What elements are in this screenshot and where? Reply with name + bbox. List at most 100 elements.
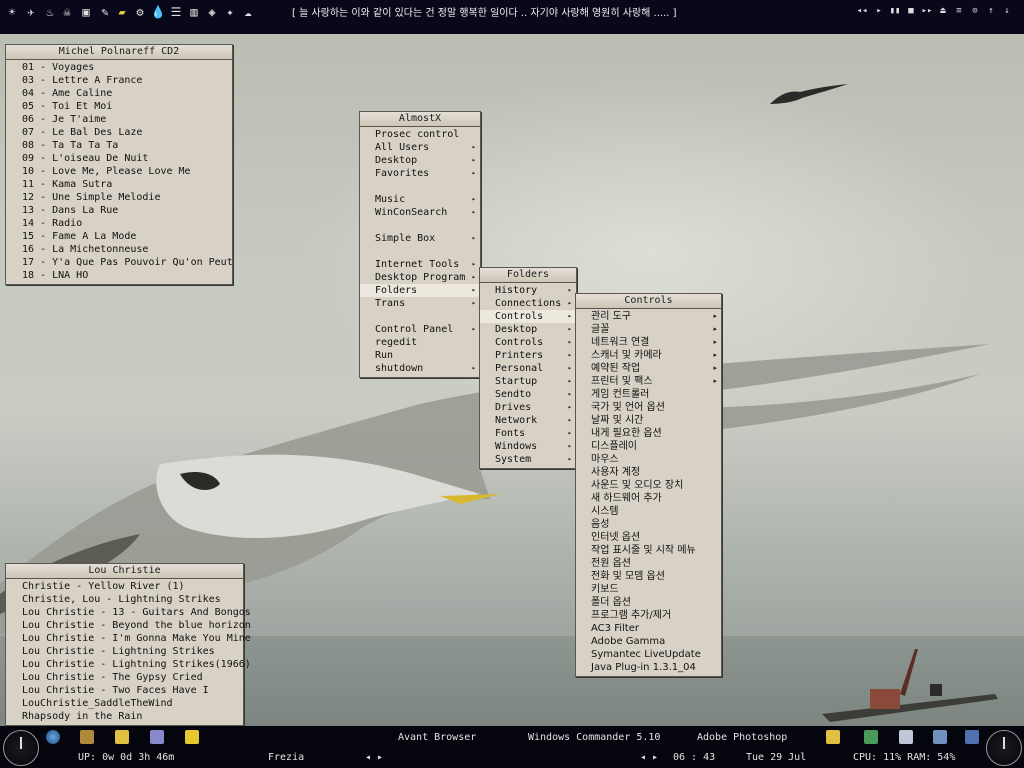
sun-icon[interactable]: ☀ <box>4 4 20 20</box>
menu-item[interactable]: Startup ▸ <box>480 375 576 388</box>
bird-icon[interactable]: ✈ <box>23 4 39 20</box>
playlist-item[interactable]: 14 - Radio <box>6 217 232 230</box>
menu-item[interactable]: Trans ▸ <box>360 297 480 310</box>
playlist-item[interactable]: 13 - Dans La Rue <box>6 204 232 217</box>
playlist-item[interactable]: 01 - Voyages <box>6 61 232 74</box>
menu-item[interactable]: 인터넷 옵션 <box>576 531 721 544</box>
menu-item[interactable]: Control Panel ▸ <box>360 323 480 336</box>
playlist-item[interactable]: 18 - LNA HO <box>6 269 232 282</box>
playlist-item[interactable]: 04 - Ame Caline <box>6 87 232 100</box>
pause-icon[interactable]: ▮▮ <box>888 4 902 18</box>
cloud-icon[interactable]: ☁ <box>240 4 256 20</box>
playlist-item[interactable]: 11 - Kama Sutra <box>6 178 232 191</box>
pen-icon[interactable]: ✎ <box>97 4 113 20</box>
menu-item[interactable]: Connections ▸ <box>480 297 576 310</box>
menu-item[interactable]: AC3 Filter <box>576 622 721 635</box>
menu-item[interactable]: Folders ▸ <box>360 284 480 297</box>
playlist-item[interactable]: Lou Christie - Lightning Strikes(1966) <box>6 658 251 671</box>
menu-item[interactable]: 시스템 <box>576 505 721 518</box>
playlist-item[interactable]: 12 - Une Simple Melodie <box>6 191 232 204</box>
program-icon[interactable] <box>80 730 94 744</box>
menu-item[interactable]: WinConSearch ▸ <box>360 206 480 219</box>
menu-item[interactable]: System ▸ <box>480 453 576 466</box>
menu-item[interactable]: Fonts ▸ <box>480 427 576 440</box>
playlist-item[interactable]: Christie - Yellow River (1) <box>6 580 243 593</box>
menu-item[interactable]: Adobe Gamma <box>576 635 721 648</box>
monitor-icon[interactable]: ▣ <box>78 4 94 20</box>
menu-item[interactable]: 키보드 <box>576 583 721 596</box>
menu-item[interactable]: Controls ▸ <box>480 310 576 323</box>
playlist-item[interactable]: 10 - Love Me, Please Love Me <box>6 165 232 178</box>
next-icon[interactable]: ▸▸ <box>920 4 934 18</box>
menu-item[interactable]: Simple Box ▸ <box>360 232 480 245</box>
menu-item[interactable]: 새 하드웨어 추가 <box>576 492 721 505</box>
menu-item[interactable]: Printers ▸ <box>480 349 576 362</box>
menu-item[interactable]: Internet Tools ▸ <box>360 258 480 271</box>
playlist-item[interactable]: Lou Christie - I'm Gonna Make You Mine <box>6 632 251 645</box>
playlist-item[interactable]: 16 - La Michetonneuse <box>6 243 232 256</box>
playlist-item[interactable]: 15 - Fame A La Mode <box>6 230 232 243</box>
note-icon[interactable]: ▰ <box>114 4 130 20</box>
task-adobe-photoshop[interactable]: Adobe Photoshop <box>697 732 787 743</box>
menu-item[interactable]: 내게 필요한 옵션 <box>576 427 721 440</box>
tray-disk-icon[interactable] <box>965 730 979 744</box>
menu-item[interactable]: Drives ▸ <box>480 401 576 414</box>
playlist-item[interactable]: 06 - Je T'aime <box>6 113 232 126</box>
menu-item[interactable]: History ▸ <box>480 284 576 297</box>
tray-monitor-icon[interactable] <box>899 730 913 744</box>
playlist-icon[interactable]: ≡ <box>952 4 966 18</box>
playlist-item[interactable]: 03 - Lettre A France <box>6 74 232 87</box>
shield-icon[interactable]: ◈ <box>204 4 220 20</box>
skull-icon[interactable]: ☠ <box>59 4 75 20</box>
menu-item[interactable]: 음성 <box>576 518 721 531</box>
menu-item[interactable]: Desktop ▸ <box>480 323 576 336</box>
menu-item[interactable]: Windows ▸ <box>480 440 576 453</box>
tray-app-icon[interactable] <box>826 730 840 744</box>
menu-item[interactable]: Desktop Program ▸ <box>360 271 480 284</box>
menu-item[interactable]: 예약된 작업 ▸ <box>576 362 721 375</box>
menu-item[interactable]: Java Plug-in 1.3.1_04 <box>576 661 721 674</box>
menu-item[interactable]: 날짜 및 시간 <box>576 414 721 427</box>
menu-item[interactable]: 게임 컨트롤러 <box>576 388 721 401</box>
play-icon[interactable]: ▸ <box>872 4 886 18</box>
menu-item[interactable]: Personal ▸ <box>480 362 576 375</box>
menu-item[interactable]: 작업 표시줄 및 시작 메뉴 <box>576 544 721 557</box>
playlist-item[interactable]: LouChristie_SaddleTheWind <box>6 697 243 710</box>
menu-item[interactable]: 국가 및 언어 옵션 <box>576 401 721 414</box>
menu-item[interactable]: Controls ▸ <box>480 336 576 349</box>
menu-item[interactable]: 디스플레이 <box>576 440 721 453</box>
menu-item[interactable]: 사운드 및 오디오 장치 <box>576 479 721 492</box>
menu-item[interactable]: 사용자 계정 <box>576 466 721 479</box>
settings-icon[interactable]: ⊙ <box>968 4 982 18</box>
playlist-item[interactable]: 08 - Ta Ta Ta Ta <box>6 139 232 152</box>
tray-display-icon[interactable] <box>933 730 947 744</box>
menu-item[interactable]: Run <box>360 349 480 362</box>
menu-item[interactable]: 폴더 옵션 <box>576 596 721 609</box>
menu-item[interactable]: Music ▸ <box>360 193 480 206</box>
menu-item[interactable]: 프로그램 추가/제거 <box>576 609 721 622</box>
prev-icon[interactable]: ◂◂ <box>855 4 869 18</box>
menu-item[interactable]: 프린터 및 팩스 ▸ <box>576 375 721 388</box>
globe-icon[interactable] <box>46 730 60 744</box>
menu-item[interactable]: All Users ▸ <box>360 141 480 154</box>
menu-item[interactable]: 전원 옵션 <box>576 557 721 570</box>
playlist-item[interactable]: Christie, Lou - Lightning Strikes <box>6 593 243 606</box>
menu-item[interactable]: 스캐너 및 카메라 ▸ <box>576 349 721 362</box>
playlist-item[interactable]: 07 - Le Bal Des Laze <box>6 126 232 139</box>
playlist-item[interactable]: Lou Christie - 13 - Guitars And Bongos <box>6 606 251 619</box>
menu-item[interactable]: 네트워크 연결 ▸ <box>576 336 721 349</box>
eject-icon[interactable]: ⏏ <box>936 4 950 18</box>
task-avant-browser[interactable]: Avant Browser <box>398 732 476 743</box>
lock-icon[interactable] <box>115 730 129 744</box>
menu-item[interactable]: Prosec control <box>360 128 480 141</box>
nav-left-arrows[interactable]: ◂ ▸ <box>365 752 383 763</box>
playlist-item[interactable]: 17 - Y'a Que Pas Pouvoir Qu'on Peut <box>6 256 233 269</box>
list-icon[interactable]: ☰ <box>168 4 184 20</box>
menu-item[interactable]: Network ▸ <box>480 414 576 427</box>
menu-item[interactable]: 전화 및 모뎀 옵션 <box>576 570 721 583</box>
bars-icon[interactable]: ▥ <box>186 4 202 20</box>
menu-item[interactable]: 마우스 <box>576 453 721 466</box>
playlist-item[interactable]: Lou Christie - Lightning Strikes <box>6 645 243 658</box>
volume-up-icon[interactable]: ↑ <box>984 4 998 18</box>
playlist-item[interactable]: 09 - L'oiseau De Nuit <box>6 152 232 165</box>
